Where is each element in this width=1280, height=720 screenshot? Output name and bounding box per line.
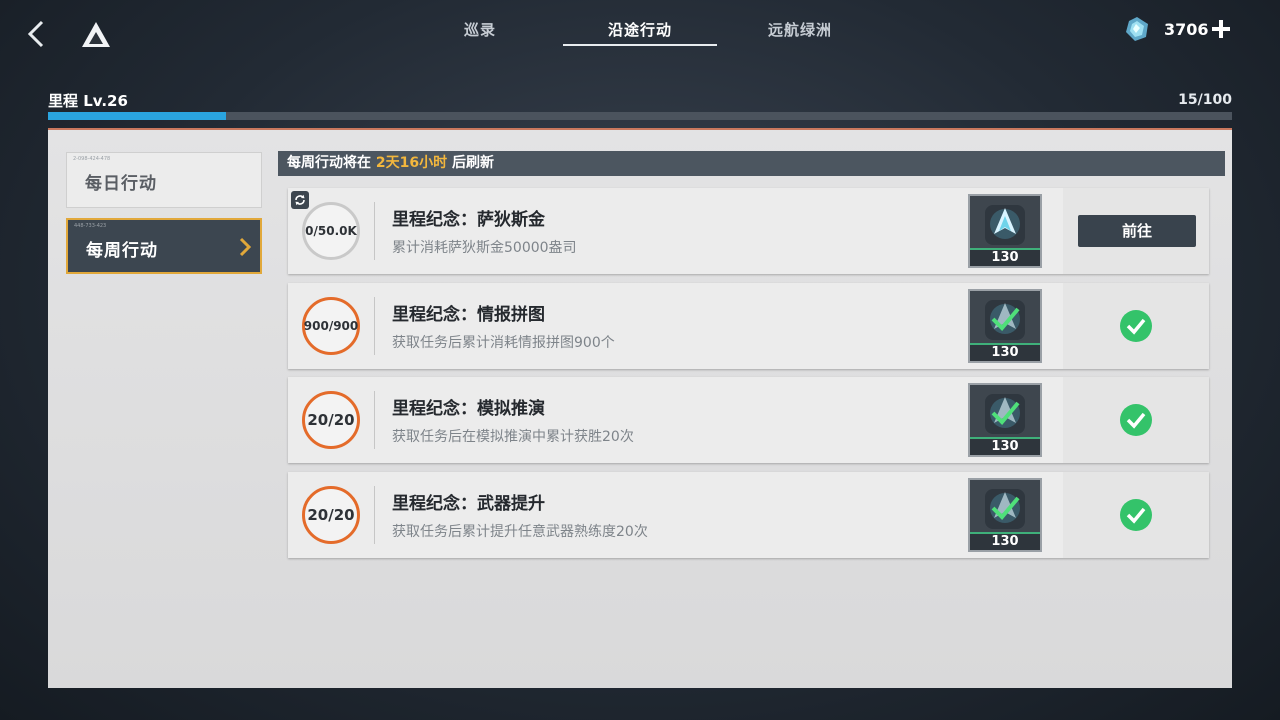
sidebar-item-label: 每周行动 <box>86 241 158 261</box>
sidebar-item-label: 每日行动 <box>85 174 157 194</box>
sidebar-item-weekly[interactable]: 448-733-423 每周行动 <box>66 218 262 274</box>
go-button[interactable]: 前往 <box>1078 215 1196 247</box>
divider <box>374 486 375 544</box>
chevron-right-icon <box>238 236 252 258</box>
refresh-countdown: 2天16小时 <box>375 155 448 171</box>
reward-quantity: 130 <box>970 248 1040 266</box>
add-currency-button[interactable] <box>1208 16 1234 42</box>
task-title: 里程纪念：武器提升 <box>392 494 545 514</box>
task-description: 获取任务后累计消耗情报拼图900个 <box>392 335 615 351</box>
mission-panel: 2-098-424-478 每日行动 448-733-423 每周行动 每周行动… <box>48 128 1232 688</box>
task-progress-ring: 0/50.0K <box>302 202 360 260</box>
back-icon[interactable] <box>22 16 52 52</box>
reward-item[interactable]: 130 <box>968 383 1042 457</box>
reward-emblem-icon <box>982 486 1028 532</box>
divider <box>374 391 375 449</box>
currency-display: 3706 <box>1120 14 1250 46</box>
crystal-icon <box>1124 16 1150 42</box>
task-card: 20/20 里程纪念：模拟推演 获取任务后在模拟推演中累计获胜20次 130 <box>288 377 1209 463</box>
task-action-area <box>1063 377 1209 463</box>
reward-quantity: 130 <box>970 532 1040 550</box>
task-progress-ring: 20/20 <box>302 486 360 544</box>
reward-emblem-icon <box>982 391 1028 437</box>
task-progress-text: 20/20 <box>307 506 355 524</box>
top-bar: 巡录 沿途行动 远航绿洲 3706 <box>0 0 1280 60</box>
reward-item[interactable]: 130 <box>968 194 1042 268</box>
tab-xunlu[interactable]: 巡录 <box>455 19 505 43</box>
tab-yuanhang-lvzhou[interactable]: 远航绿洲 <box>758 19 842 43</box>
task-progress-text: 0/50.0K <box>305 224 357 238</box>
reward-quantity: 130 <box>970 437 1040 455</box>
divider <box>374 202 375 260</box>
task-title: 里程纪念：模拟推演 <box>392 399 545 419</box>
level-progress-fill <box>48 112 226 120</box>
reward-emblem-icon <box>982 202 1028 248</box>
task-action-area <box>1063 472 1209 558</box>
task-card: 900/900 里程纪念：情报拼图 获取任务后累计消耗情报拼图900个 130 <box>288 283 1209 369</box>
task-title: 里程纪念：情报拼图 <box>392 305 545 325</box>
task-card: 0/50.0K 里程纪念：萨狄斯金 累计消耗萨狄斯金50000盎司 130 前往 <box>288 188 1209 274</box>
task-title: 里程纪念：萨狄斯金 <box>392 210 545 230</box>
level-progress-bar <box>48 112 1232 120</box>
sidebar-item-daily[interactable]: 2-098-424-478 每日行动 <box>66 152 262 208</box>
task-action-area: 前往 <box>1063 188 1209 274</box>
sidebar-item-code: 448-733-423 <box>74 223 107 229</box>
completed-check-icon <box>1120 310 1152 342</box>
task-description: 获取任务后在模拟推演中累计获胜20次 <box>392 429 634 445</box>
task-progress-text: 900/900 <box>303 319 359 333</box>
level-progress-text: 15/100 <box>1178 92 1232 108</box>
completed-check-icon <box>1120 499 1152 531</box>
home-icon[interactable] <box>80 20 112 50</box>
task-description: 获取任务后累计提升任意武器熟练度20次 <box>392 524 648 540</box>
task-progress-ring: 20/20 <box>302 391 360 449</box>
task-description: 累计消耗萨狄斯金50000盎司 <box>392 240 577 256</box>
reward-item[interactable]: 130 <box>968 289 1042 363</box>
task-card: 20/20 里程纪念：武器提升 获取任务后累计提升任意武器熟练度20次 130 <box>288 472 1209 558</box>
currency-value: 3706 <box>1164 20 1209 39</box>
task-action-area <box>1063 283 1209 369</box>
divider <box>374 297 375 355</box>
task-progress-ring: 900/900 <box>302 297 360 355</box>
refresh-suffix: 后刷新 <box>447 155 494 171</box>
reward-item[interactable]: 130 <box>968 478 1042 552</box>
reward-quantity: 130 <box>970 343 1040 361</box>
sidebar-item-code: 2-098-424-478 <box>73 156 111 162</box>
tab-yantu-xingdong[interactable]: 沿途行动 <box>598 19 682 43</box>
completed-check-icon <box>1120 404 1152 436</box>
refresh-task-icon[interactable] <box>291 191 309 209</box>
refresh-prefix: 每周行动将在 <box>287 155 376 171</box>
reward-emblem-icon <box>982 297 1028 343</box>
level-title: 里程 Lv.26 <box>48 92 128 110</box>
active-tab-indicator <box>563 44 717 46</box>
refresh-banner: 每周行动将在 2天16小时 后刷新 <box>278 151 1225 176</box>
task-progress-text: 20/20 <box>307 411 355 429</box>
